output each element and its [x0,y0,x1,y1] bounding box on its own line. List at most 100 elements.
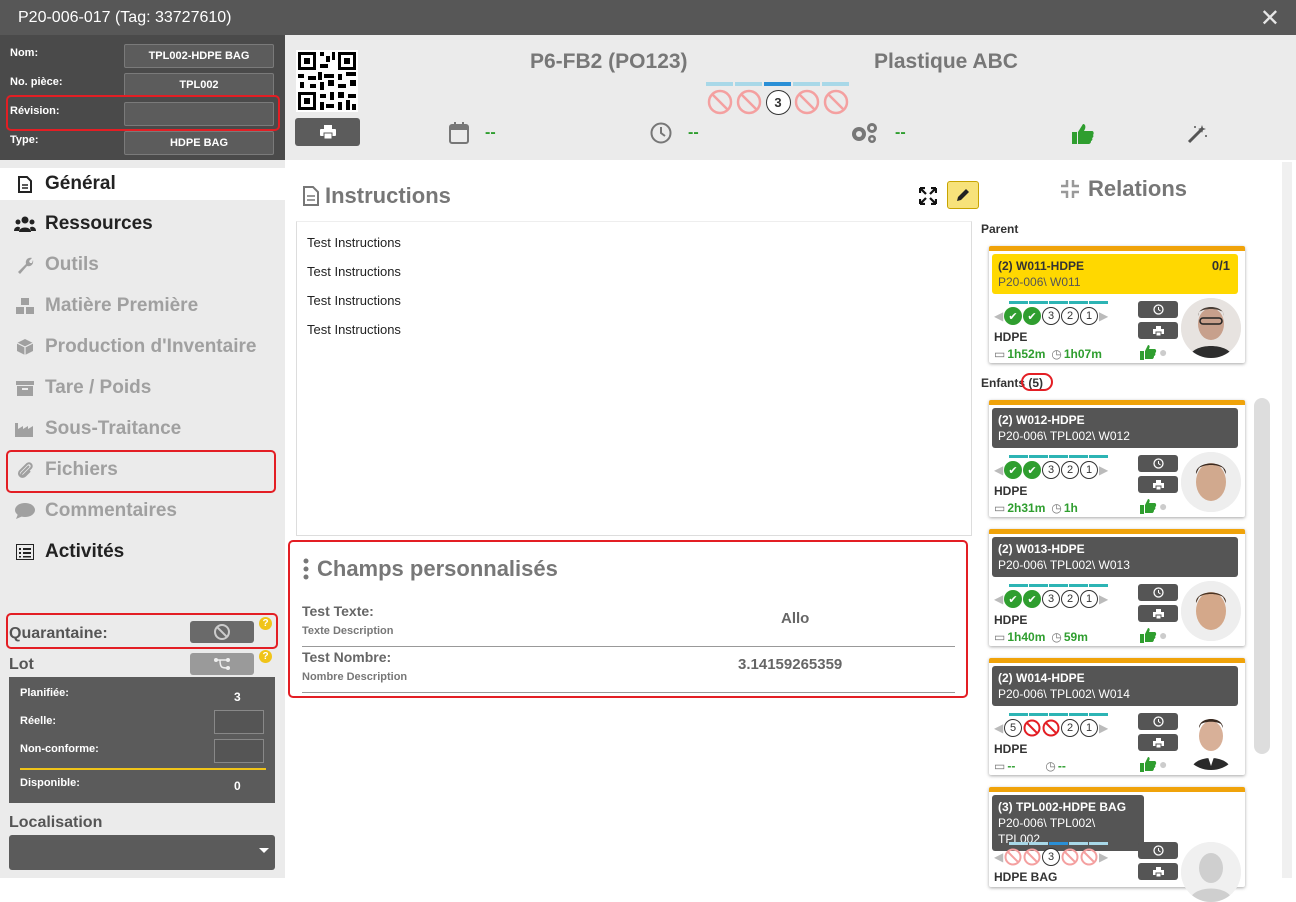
sidebar-item-commentaires[interactable]: Commentaires [14,496,177,526]
print-button[interactable] [1138,863,1178,880]
sidebar-item-production-inventaire[interactable]: Production d'Inventaire [14,332,256,362]
print-button[interactable] [1138,476,1178,493]
blocked-icon [1023,848,1041,866]
edit-button[interactable] [947,181,979,209]
step-number: 3 [1042,848,1060,866]
sidebar-item-label: Général [45,173,116,194]
chevron-left-icon[interactable]: ◀ [994,592,1004,606]
chevron-right-icon[interactable]: ▶ [1099,721,1109,735]
help-icon[interactable]: ? [259,650,272,663]
sidebar-item-fichiers[interactable]: Fichiers [14,455,118,485]
sidebar-item-label: Ressources [45,213,153,234]
sidebar-item-matiere-premiere[interactable]: Matière Première [14,291,198,321]
chevron-right-icon[interactable]: ▶ [1099,592,1109,606]
blocked-icon [1042,719,1060,737]
custom-fields-title: Champs personnalisés [317,556,558,581]
custom-field-value[interactable]: 3.14159265359 [738,656,842,673]
print-button[interactable] [1138,605,1178,622]
time-button[interactable] [1138,301,1178,318]
mini-steps: ◀ 3 ▶ [994,848,1109,866]
card-name: (2) W011-HDPE [998,259,1085,273]
expand-button[interactable] [912,182,944,210]
blocked-icon [1061,848,1079,866]
child-card[interactable]: (2) W012-HDPE P20-006\ TPL002\ W012 ◀ ✔ … [989,400,1245,517]
sidebar-item-ressources[interactable]: Ressources [14,209,153,239]
field-revision-value[interactable] [124,102,274,126]
quarantine-toggle[interactable] [190,621,254,643]
card-time-a: -- [1007,759,1016,773]
calendar-icon: ▭ [994,630,1006,644]
check-icon: ✔ [1023,590,1041,608]
check-icon: ✔ [1023,461,1041,479]
time-button[interactable] [1138,455,1178,472]
sidebar-item-sous-traitance[interactable]: Sous-Traitance [14,414,181,444]
sidebar-item-outils[interactable]: Outils [14,250,99,280]
field-name-value: TPL002-HDPE BAG [124,44,274,68]
child-card[interactable]: (2) W014-HDPE P20-006\ TPL002\ W014 ◀ 5 … [989,658,1245,775]
card-resource: HDPE BAG [994,870,1058,884]
parent-card[interactable]: (2) W011-HDPE P20-006\ W011 0/1 ◀ ✔ ✔ 3 … [989,246,1245,363]
real-input[interactable] [214,710,264,734]
print-button[interactable] [1138,322,1178,339]
relations-scrollbar[interactable] [1254,398,1270,754]
thumbs-up-icon[interactable] [1071,122,1095,146]
current-step-badge: 3 [765,89,791,115]
child-card[interactable]: (2) W013-HDPE P20-006\ TPL002\ W013 ◀ ✔ … [989,529,1245,646]
blocked-icon [793,89,821,115]
magic-wand-icon[interactable] [1186,124,1208,144]
check-icon: ✔ [1004,590,1022,608]
chevron-left-icon[interactable]: ◀ [994,463,1004,477]
field-type: Type: HDPE BAG [10,130,278,156]
blocked-icon [214,624,230,640]
quantities-panel: Planifiée: 3 Réelle: Non-conforme: Dispo… [9,677,275,803]
children-count: (5) [1028,376,1044,390]
chevron-right-icon[interactable]: ▶ [1099,850,1109,864]
comment-icon [14,503,36,519]
card-times: ▭ 1h52m ◷ 1h07m [994,347,1102,361]
sidebar-item-tare-poids[interactable]: Tare / Poids [14,373,151,403]
chevron-left-icon[interactable]: ◀ [994,850,1004,864]
step-progress-bars [706,82,849,86]
print-button[interactable] [295,118,360,146]
child-card[interactable]: (3) TPL002-HDPE BAG P20-006\ TPL002\ TPL… [989,787,1245,902]
help-icon[interactable]: ? [259,617,272,630]
chevron-left-icon[interactable]: ◀ [994,309,1004,323]
planned-label: Planifiée: [20,687,69,699]
expand-icon [919,187,937,205]
time-button[interactable] [1138,584,1178,601]
chevron-right-icon[interactable]: ▶ [1099,463,1109,477]
step-number: 1 [1080,461,1098,479]
card-time-b: -- [1057,759,1066,773]
custom-field-value[interactable]: Allo [781,610,809,627]
sidebar-item-label: Activités [45,541,125,562]
available-label: Disponible: [20,777,80,789]
instruction-line: Test Instructions [307,235,401,250]
settings-value: -- [895,124,906,141]
print-button[interactable] [1138,734,1178,751]
mini-steps: ◀ ✔ ✔ 3 2 1 ▶ [994,590,1109,608]
divider [20,768,266,770]
field-name-label: Nom: [10,47,39,59]
field-part-number: No. pièce: TPL002 [10,72,278,98]
step-number: 2 [1061,307,1079,325]
custom-field-title: Test Nombre: [302,649,392,665]
sidebar-item-activites[interactable]: Activités [14,537,124,567]
chevron-left-icon[interactable]: ◀ [994,721,1004,735]
chevron-right-icon[interactable]: ▶ [1099,309,1109,323]
mini-step-bars [1009,842,1108,845]
nonconform-input[interactable] [214,739,264,763]
lot-button[interactable] [190,653,254,675]
children-label-text: Enfants [981,376,1026,390]
field-name: Nom: TPL002-HDPE BAG [10,43,278,69]
step-number: 2 [1061,461,1079,479]
avatar [1181,581,1241,641]
calendar-icon: ▭ [994,347,1006,361]
time-button[interactable] [1138,713,1178,730]
close-icon[interactable]: ✕ [1260,4,1280,33]
time-button[interactable] [1138,842,1178,859]
compress-icon [1061,180,1079,198]
sidebar-item-general[interactable]: Général [0,168,285,200]
location-select[interactable] [9,835,275,870]
page-scrollbar[interactable] [1282,162,1292,878]
date-info: -- [449,122,496,144]
